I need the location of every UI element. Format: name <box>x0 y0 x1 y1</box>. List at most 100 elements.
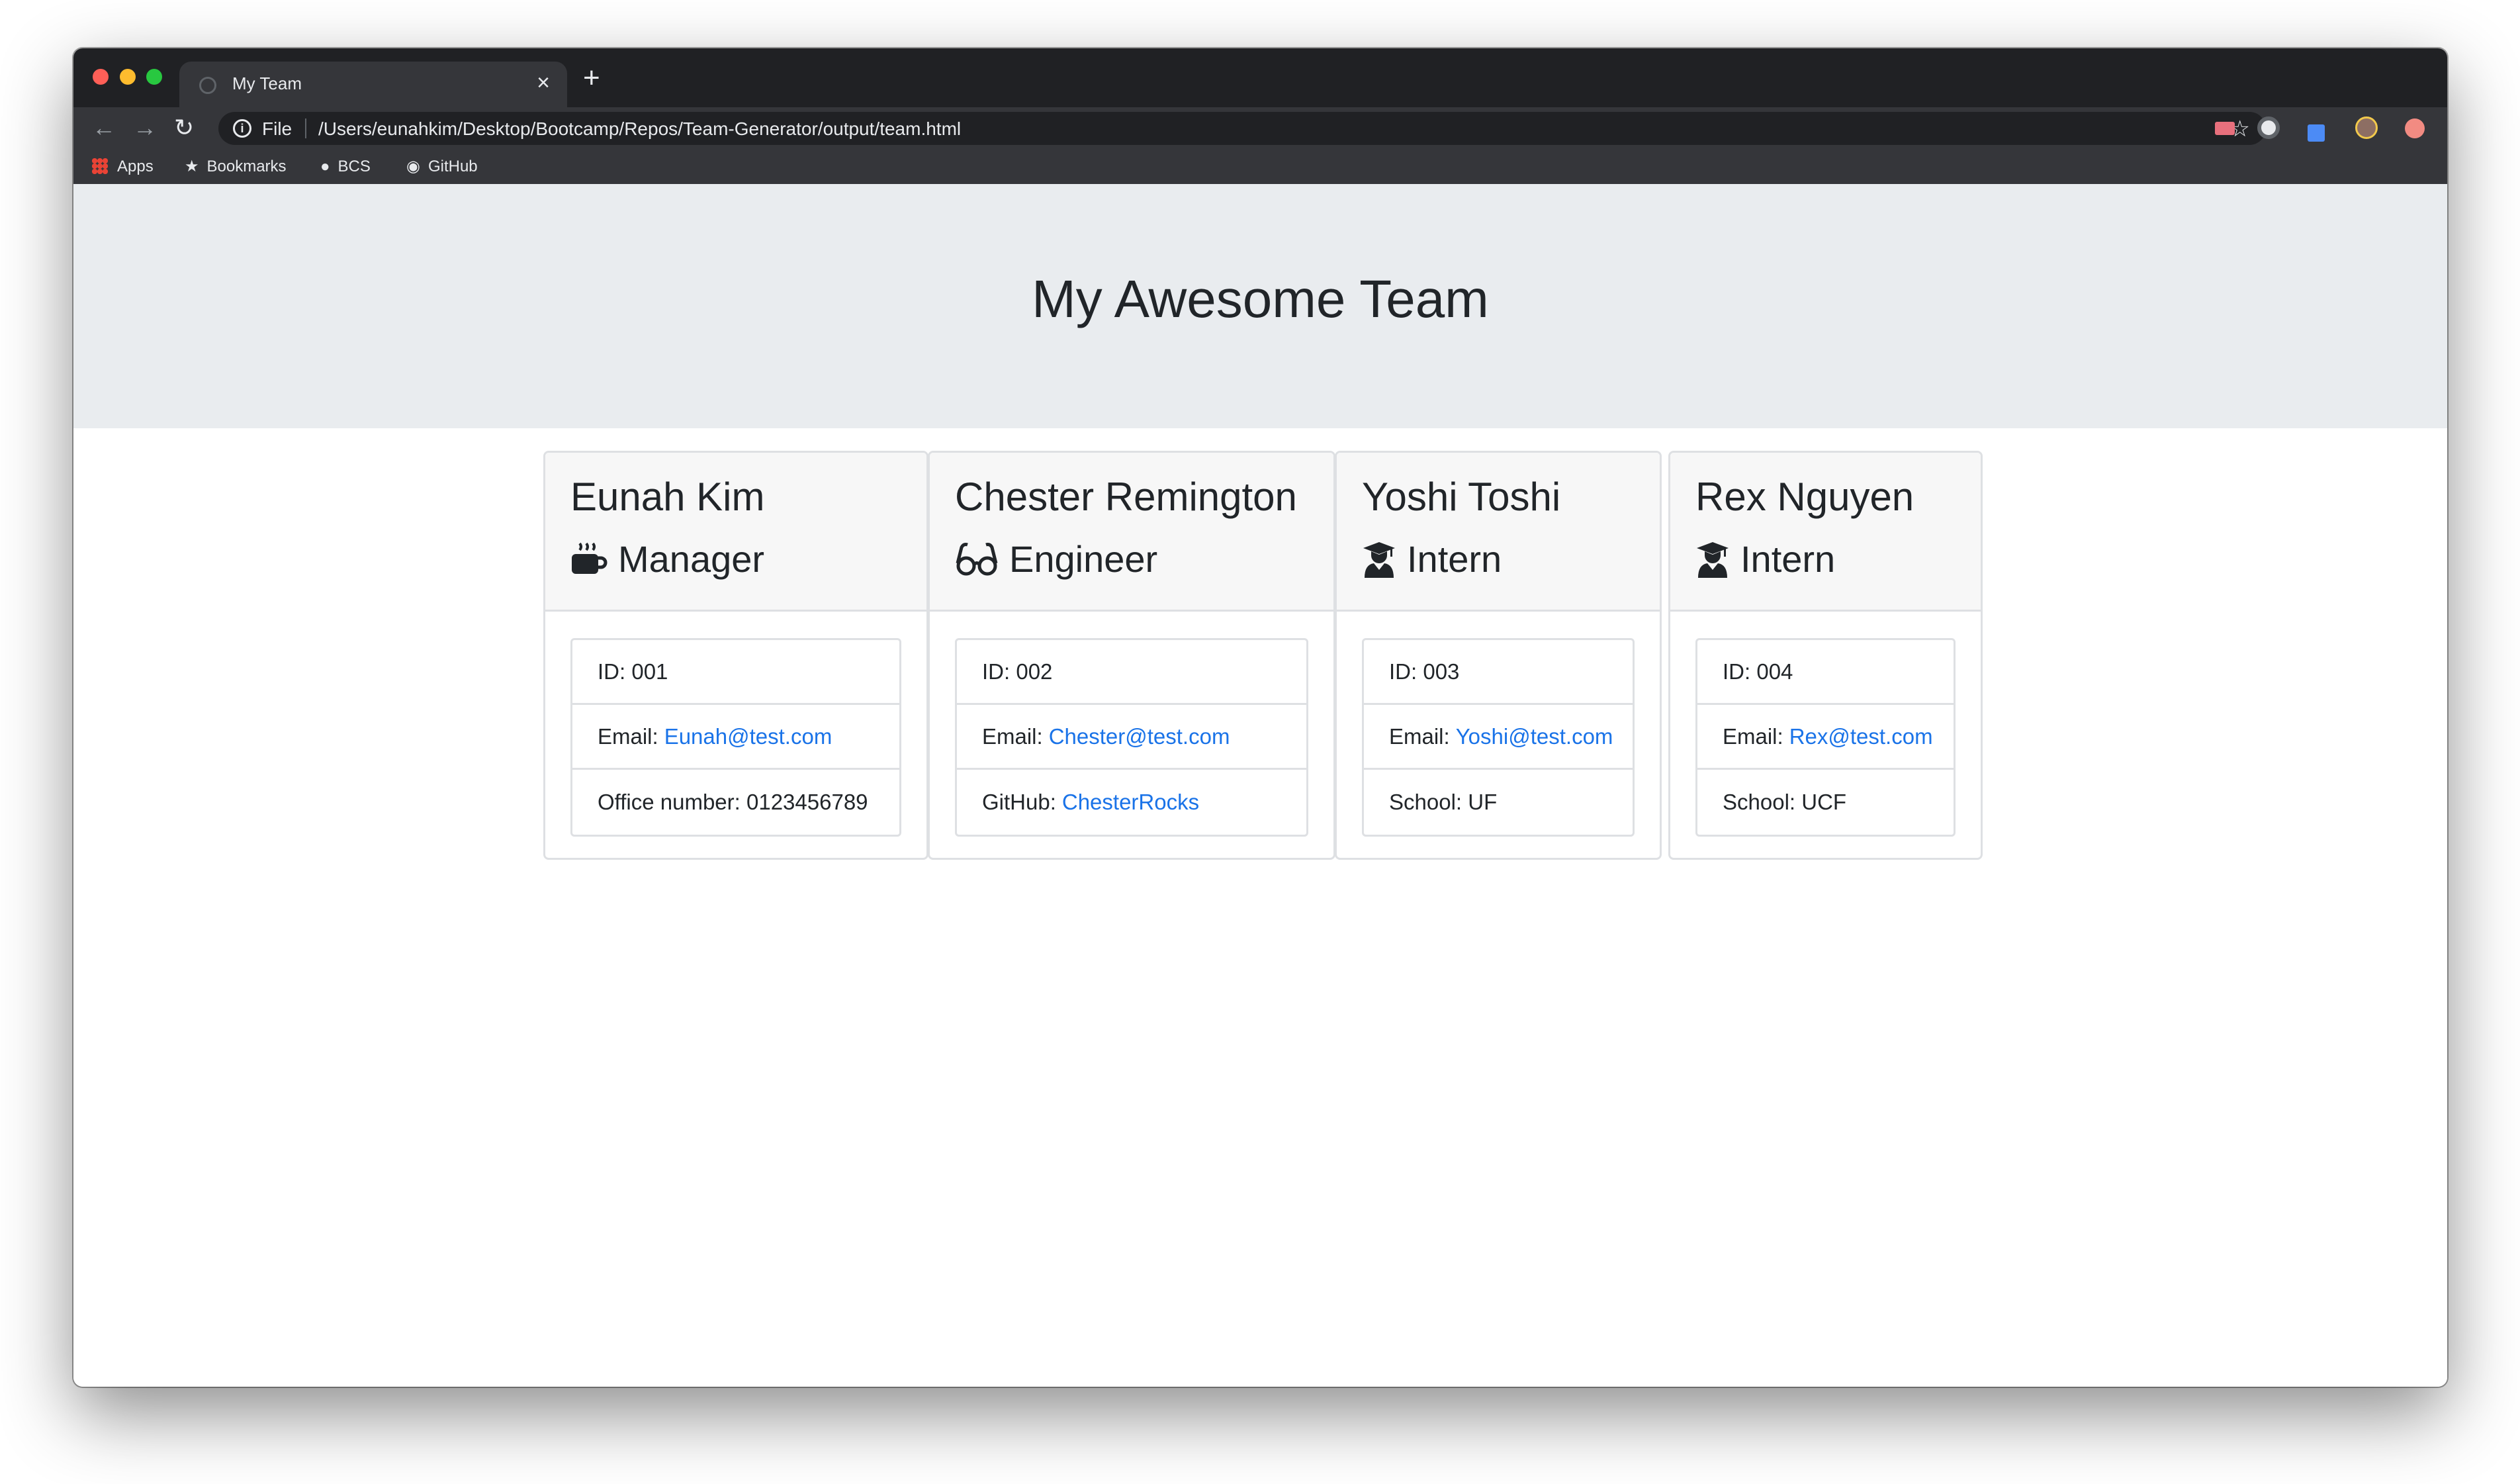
employee-role: Intern <box>1695 528 1956 590</box>
browser-window: My Team × + ← → ↻ i File /Users/eunahkim… <box>73 48 2447 1387</box>
email-label: Email: <box>1723 723 1783 749</box>
details-list: ID: 004 Email: Rex@test.com School: UCF <box>1695 638 1956 837</box>
close-window-button[interactable] <box>93 69 109 85</box>
details-list: ID: 003 Email: Yoshi@test.com School: UF <box>1362 638 1635 837</box>
employee-role: Intern <box>1362 528 1635 590</box>
employee-role: Engineer <box>955 528 1308 590</box>
card-body: ID: 001 Email: Eunah@test.com Office numb… <box>545 612 926 858</box>
office-number-text: Office number: 0123456789 <box>598 790 868 814</box>
github-label: GitHub: <box>982 790 1056 814</box>
details-list: ID: 001 Email: Eunah@test.com Office numb… <box>570 638 901 837</box>
email-link[interactable]: Yoshi@test.com <box>1456 724 1613 749</box>
card-body: ID: 004 Email: Rex@test.com School: UCF <box>1670 612 1981 858</box>
id-item: ID: 003 <box>1364 640 1633 705</box>
page-title: My Awesome Team <box>1032 269 1489 328</box>
minimize-window-button[interactable] <box>120 69 136 85</box>
bookmark-label: GitHub <box>428 158 478 175</box>
url-text[interactable]: /Users/eunahkim/Desktop/Bootcamp/Repos/T… <box>318 118 961 140</box>
bookmarks-bar: Apps ★ Bookmarks ● BCS ◉ GitHub <box>73 150 2447 184</box>
globe-icon <box>199 77 216 94</box>
update-icon[interactable] <box>2405 118 2425 138</box>
maximize-window-button[interactable] <box>146 69 162 85</box>
reload-icon[interactable]: ↻ <box>174 113 194 143</box>
email-item: Email: Eunah@test.com <box>572 705 899 770</box>
new-tab-button[interactable]: + <box>583 63 600 93</box>
bookmark-label: BCS <box>338 158 371 175</box>
forward-arrow-icon[interactable]: → <box>133 113 157 143</box>
scheme-divider <box>305 118 306 138</box>
role-label: Intern <box>1407 538 1502 580</box>
school-item: School: UF <box>1364 770 1633 835</box>
bookmark-bcs[interactable]: ● BCS <box>320 158 371 176</box>
details-list: ID: 002 Email: Chester@test.com GitHub: Ch… <box>955 638 1308 837</box>
page-content: My Awesome Team Eunah Kim Manager ID: 00… <box>73 184 2447 1387</box>
card-header: Chester Remington Engineer <box>930 453 1333 612</box>
bookmark-apps[interactable]: Apps <box>92 158 154 176</box>
school-item: School: UCF <box>1697 770 1954 835</box>
role-label: Intern <box>1740 538 1836 580</box>
profile-avatar[interactable] <box>2355 116 2378 139</box>
github-item: GitHub: ChesterRocks <box>957 770 1306 835</box>
email-item: Email: Chester@test.com <box>957 705 1306 770</box>
card-header: Eunah Kim Manager <box>545 453 926 612</box>
employee-card: Chester Remington Engineer ID: 002 Email… <box>928 451 1335 860</box>
employee-card: Eunah Kim Manager ID: 001 Email: Eunah@t… <box>543 451 928 860</box>
role-label: Engineer <box>1009 538 1158 580</box>
email-link[interactable]: Eunah@test.com <box>664 724 832 749</box>
employee-card: Rex Nguyen Intern ID: 004 Email: Rex@tes… <box>1668 451 1983 860</box>
email-item: Email: Rex@test.com <box>1697 705 1954 770</box>
email-link[interactable]: Chester@test.com <box>1049 724 1230 749</box>
email-item: Email: Yoshi@test.com <box>1364 705 1633 770</box>
graduate-icon <box>1362 541 1396 578</box>
card-body: ID: 003 Email: Yoshi@test.com School: UF <box>1337 612 1660 858</box>
extension-icon[interactable] <box>2215 122 2235 135</box>
page-header: My Awesome Team <box>73 184 2447 428</box>
role-label: Manager <box>618 538 765 580</box>
id-text: ID: 004 <box>1723 659 1793 684</box>
email-label: Email: <box>1389 723 1450 749</box>
mug-icon <box>570 541 608 578</box>
card-header: Rex Nguyen Intern <box>1670 453 1981 612</box>
star-icon: ★ <box>185 158 199 175</box>
bookmark-label: Bookmarks <box>206 158 287 175</box>
apps-grid-icon <box>92 158 108 174</box>
github-icon: ◉ <box>406 158 420 175</box>
tab-strip: My Team × + <box>73 48 2447 107</box>
globe-icon: ● <box>320 158 330 175</box>
back-arrow-icon[interactable]: ← <box>92 113 116 143</box>
extension-icon[interactable] <box>2257 116 2280 139</box>
employee-name: Eunah Kim <box>570 475 765 519</box>
bookmark-bookmarks[interactable]: ★ Bookmarks <box>185 158 287 176</box>
id-item: ID: 001 <box>572 640 899 705</box>
tab-title: My Team <box>232 73 302 93</box>
id-text: ID: 001 <box>598 659 668 684</box>
bookmark-label: Apps <box>117 158 154 175</box>
extension-icon[interactable] <box>2308 124 2325 142</box>
email-label: Email: <box>982 723 1043 749</box>
employee-role: Manager <box>570 528 901 590</box>
tab-my-team[interactable]: My Team × <box>179 62 567 107</box>
employee-card: Yoshi Toshi Intern ID: 003 Email: Yoshi@… <box>1335 451 1662 860</box>
address-bar[interactable]: i File /Users/eunahkim/Desktop/Bootcamp/… <box>218 112 2266 145</box>
email-label: Email: <box>598 723 658 749</box>
email-link[interactable]: Rex@test.com <box>1789 724 1933 749</box>
close-tab-icon[interactable]: × <box>537 70 550 96</box>
id-text: ID: 003 <box>1389 659 1460 684</box>
card-body: ID: 002 Email: Chester@test.com GitHub: Ch… <box>930 612 1333 858</box>
id-text: ID: 002 <box>982 659 1053 684</box>
glasses-icon <box>955 541 999 578</box>
employee-name: Chester Remington <box>955 475 1297 519</box>
school-text: School: UF <box>1389 790 1498 814</box>
info-icon[interactable]: i <box>233 119 251 138</box>
id-item: ID: 004 <box>1697 640 1954 705</box>
card-header: Yoshi Toshi Intern <box>1337 453 1660 612</box>
employee-name: Yoshi Toshi <box>1362 475 1561 519</box>
browser-toolbar: ← → ↻ i File /Users/eunahkim/Desktop/Boo… <box>73 107 2447 150</box>
id-item: ID: 002 <box>957 640 1306 705</box>
employee-name: Rex Nguyen <box>1695 475 1914 519</box>
office-number-item: Office number: 0123456789 <box>572 770 899 835</box>
url-scheme: File <box>262 118 292 139</box>
bookmark-github[interactable]: ◉ GitHub <box>406 158 478 176</box>
github-link[interactable]: ChesterRocks <box>1062 790 1199 815</box>
school-text: School: UCF <box>1723 790 1847 814</box>
